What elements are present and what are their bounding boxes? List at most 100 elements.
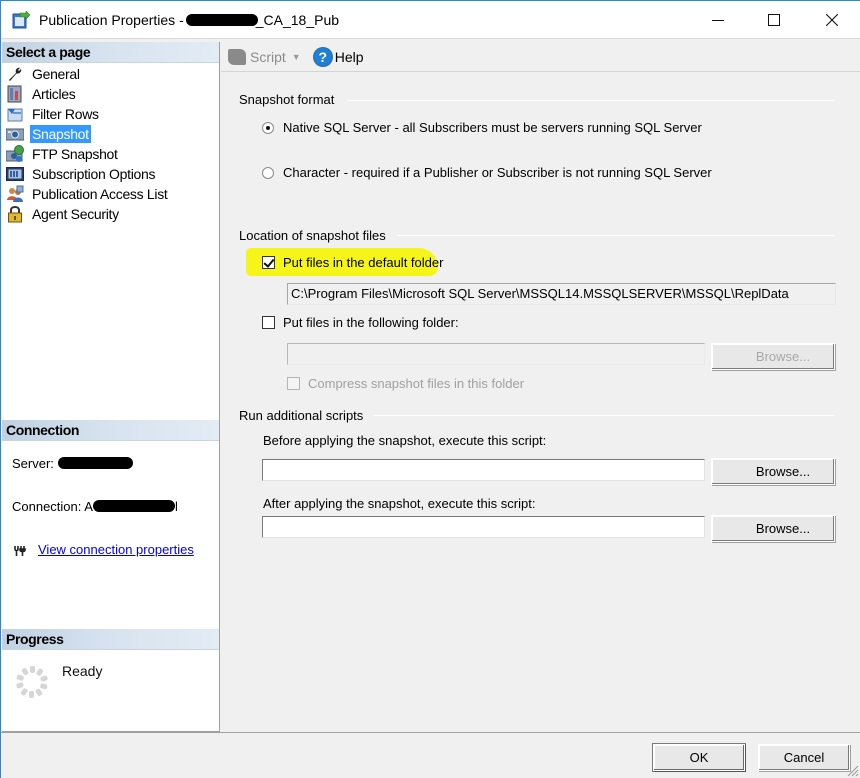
snapshot-format-group-title: Snapshot format (239, 92, 335, 107)
server-label: Server: (12, 456, 54, 471)
checkbox-label: Put files in the default folder (283, 255, 444, 270)
help-button[interactable]: ? Help (312, 46, 364, 67)
publication-properties-dialog: Publication Properties - _CA_18_Pub Selec… (0, 0, 860, 778)
browse-folder-button[interactable]: Browse... (711, 343, 835, 370)
subscription-options-icon (6, 165, 24, 183)
checkbox-following-folder[interactable]: Put files in the following folder: (262, 315, 459, 330)
connection-plug-icon (14, 545, 26, 556)
after-script-input[interactable] (262, 516, 705, 538)
ftp-snapshot-icon (6, 145, 24, 163)
progress-status: Ready (62, 663, 103, 679)
redacted-server-name (57, 457, 133, 469)
sidebar-item-agent-security[interactable]: Agent Security (2, 204, 219, 224)
view-connection-properties-link[interactable]: View connection properties (38, 542, 194, 557)
chevron-down-icon[interactable]: ▼ (292, 52, 301, 62)
close-button[interactable] (809, 1, 855, 39)
snapshot-icon (6, 125, 24, 143)
resize-grip-icon[interactable] (845, 763, 859, 777)
browse-before-script-button[interactable]: Browse... (711, 458, 835, 485)
sidebar-item-publication-access-list[interactable]: Publication Access List (2, 184, 219, 204)
sidebar: Select a page General Articles Filter Ro… (2, 42, 220, 732)
connection-heading: Connection (2, 420, 219, 441)
sidebar-item-label: General (32, 66, 80, 82)
maximize-icon (768, 14, 780, 26)
radio-button-checked[interactable] (262, 121, 274, 134)
radio-label: Native SQL Server - all Subscribers must… (283, 120, 702, 135)
script-label: Script (250, 48, 286, 65)
checkbox-compress[interactable]: Compress snapshot files in this folder (287, 376, 524, 391)
checkbox-disabled[interactable] (287, 377, 300, 390)
sidebar-item-filter-rows[interactable]: Filter Rows (2, 104, 219, 124)
connection-label: Connection: (12, 499, 82, 514)
redacted-connection-name (92, 500, 175, 512)
cancel-button[interactable]: Cancel (758, 744, 850, 771)
select-page-heading: Select a page (2, 42, 219, 63)
progress-spinner-icon (16, 666, 48, 698)
progress-heading: Progress (2, 629, 219, 650)
sidebar-item-label: Publication Access List (32, 186, 168, 202)
sidebar-item-subscription-options[interactable]: Subscription Options (2, 164, 219, 184)
server-row: Server: (12, 456, 133, 471)
wrench-icon (6, 65, 24, 83)
filter-rows-icon (6, 105, 24, 123)
sidebar-item-label: Articles (32, 86, 76, 102)
radio-native-sql-server[interactable]: Native SQL Server - all Subscribers must… (262, 120, 702, 135)
close-icon (826, 14, 838, 26)
checkbox[interactable] (262, 316, 275, 329)
sidebar-item-snapshot[interactable]: Snapshot (2, 124, 219, 144)
checkbox-label: Compress snapshot files in this folder (308, 376, 525, 391)
after-script-input-control[interactable] (266, 519, 701, 534)
following-folder-input-control[interactable] (291, 346, 701, 361)
help-icon: ? (312, 46, 333, 67)
sidebar-item-label: Agent Security (32, 206, 119, 222)
radio-button[interactable] (262, 166, 274, 179)
default-folder-path-field: C:\Program Files\Microsoft SQL Server\MS… (287, 283, 836, 305)
help-label: Help (334, 48, 364, 65)
page-list: General Articles Filter Rows Snapshot FT… (2, 64, 219, 224)
title-bar: Publication Properties - _CA_18_Pub (1, 1, 860, 39)
script-button[interactable]: Script ▼ (228, 48, 301, 65)
footer-divider (1, 732, 860, 733)
sidebar-item-general[interactable]: General (2, 64, 219, 84)
title-suffix: _CA_18_Pub (255, 12, 340, 28)
before-script-input[interactable] (262, 459, 705, 481)
redacted-title-segment (185, 14, 258, 26)
connection-row: Connection: Al (12, 499, 178, 514)
snapshot-format-divider (347, 100, 834, 101)
sidebar-item-ftp-snapshot[interactable]: FTP Snapshot (2, 144, 219, 164)
script-icon (228, 48, 246, 65)
radio-character[interactable]: Character - required if a Publisher or S… (262, 165, 712, 180)
radio-label: Character - required if a Publisher or S… (283, 165, 712, 180)
properties-icon (12, 11, 30, 29)
window-title: Publication Properties - _CA_18_Pub (39, 12, 339, 28)
sidebar-item-label: Filter Rows (32, 106, 99, 122)
maximize-button[interactable] (751, 1, 797, 39)
before-script-label: Before applying the snapshot, execute th… (263, 433, 547, 448)
connection-value-prefix: A (84, 499, 93, 514)
checkbox-checked[interactable] (262, 256, 275, 269)
users-icon (6, 185, 24, 203)
sidebar-item-articles[interactable]: Articles (2, 84, 219, 104)
location-group-title: Location of snapshot files (239, 228, 386, 243)
following-folder-input[interactable] (287, 343, 705, 365)
minimize-icon (712, 20, 724, 21)
after-script-label: After applying the snapshot, execute thi… (263, 496, 536, 511)
toolbar: Script ▼ ? Help (221, 42, 860, 72)
browse-after-script-button[interactable]: Browse... (711, 515, 835, 542)
sidebar-item-label: Subscription Options (32, 166, 156, 182)
scripts-group-title: Run additional scripts (239, 408, 364, 423)
checkbox-default-folder[interactable]: Put files in the default folder (262, 255, 443, 270)
checkbox-label: Put files in the following folder: (283, 315, 459, 330)
scripts-divider (373, 415, 834, 416)
before-script-input-control[interactable] (266, 462, 701, 477)
lock-icon (6, 205, 24, 223)
ok-button[interactable]: OK (653, 744, 745, 771)
articles-icon (6, 85, 24, 103)
location-divider (397, 235, 834, 236)
view-connection-properties[interactable]: View connection properties (14, 542, 194, 557)
connection-value-suffix: l (174, 499, 178, 514)
sidebar-item-label: FTP Snapshot (32, 146, 118, 162)
minimize-button[interactable] (695, 1, 741, 39)
title-prefix: Publication Properties - (39, 12, 184, 28)
sidebar-item-label: Snapshot (30, 125, 91, 143)
